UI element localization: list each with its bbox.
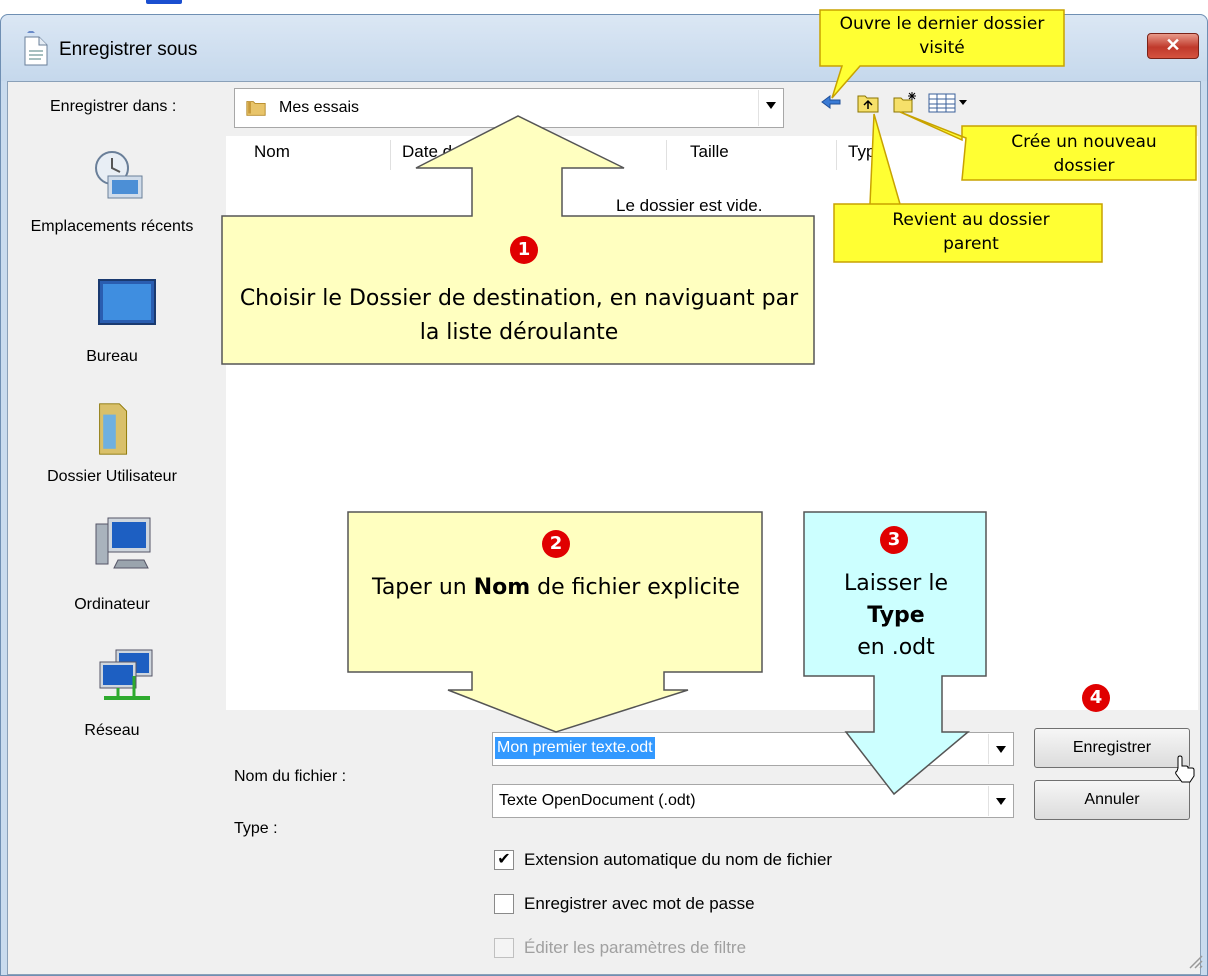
last-folder-note-text: Ouvre le dernier dossier visité: [839, 14, 1045, 58]
step3-text-pre: Laisser le: [844, 571, 948, 596]
step2-number-badge: 2: [542, 530, 570, 558]
step4-number-badge: 4: [1082, 684, 1110, 712]
step1-number-badge: 1: [510, 236, 538, 264]
new-folder-note-text: Crée un nouveau dossier: [1011, 132, 1157, 176]
step3-callout-text: Laisser le Type en .odt: [806, 568, 986, 664]
step3-number-badge: 3: [880, 526, 908, 554]
step2-text-pre: Taper un: [372, 575, 474, 600]
step3-text-post: en .odt: [857, 635, 935, 660]
step2-text-bold: Nom: [473, 575, 531, 600]
step1-callout-text: Choisir le Dossier de destination, en na…: [239, 286, 799, 345]
step3-text-bold: Type: [867, 603, 925, 628]
step2-callout-text: Taper un Nom de fichier explicite: [360, 572, 752, 604]
step2-text-post: de fichier explicite: [530, 575, 740, 600]
parent-folder-note-text: Revient au dossier parent: [892, 210, 1050, 254]
